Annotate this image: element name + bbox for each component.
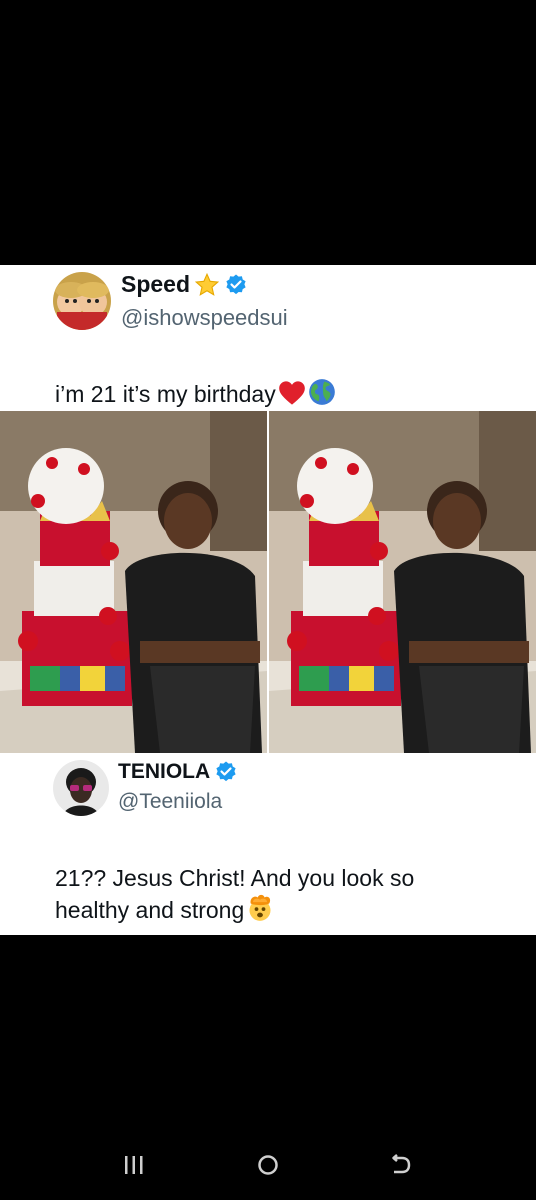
tweet-photo-2[interactable] [269, 411, 536, 753]
display-name[interactable]: TENIOLA [118, 760, 210, 784]
tweet-media[interactable] [0, 411, 536, 753]
globe-emoji-icon [308, 379, 335, 405]
user-handle[interactable]: @Teeniiola [118, 790, 222, 814]
display-name[interactable]: Speed [121, 271, 190, 298]
home-button[interactable] [248, 1150, 288, 1180]
tweet-text: i’m 21 it’s my birthday [55, 378, 336, 410]
back-button[interactable] [380, 1150, 420, 1180]
tweet-card-speed[interactable]: Speed @ishowspeedsui i’m 21 it’s my birt… [0, 265, 536, 753]
tweet-text-line-2-content: healthy and strong [55, 897, 245, 923]
tweet-card-teniola[interactable]: TENIOLA @Teeniiola 21?? Jesus Christ! An… [0, 753, 536, 935]
user-handle[interactable]: @ishowspeedsui [121, 305, 288, 331]
avatar-image-icon [53, 760, 109, 816]
system-navigation-bar [0, 1130, 536, 1200]
birthday-cake-photo-icon [269, 411, 536, 753]
exploding-head-emoji-icon [249, 894, 271, 921]
tweet-text: 21?? Jesus Christ! And you look so healt… [55, 862, 515, 926]
avatar[interactable] [53, 760, 109, 816]
back-icon [392, 1154, 411, 1174]
verified-badge-icon [226, 274, 246, 294]
verified-badge-icon [216, 761, 236, 782]
tweet-photo-1[interactable] [0, 411, 267, 753]
tweet-text-line-2: healthy and strong [55, 894, 515, 926]
home-icon [258, 1155, 278, 1175]
recents-button[interactable] [114, 1150, 154, 1180]
display-name-row[interactable]: Speed [121, 271, 248, 298]
recents-icon [125, 1156, 143, 1174]
red-heart-emoji-icon [278, 381, 305, 405]
birthday-cake-photo-icon [0, 411, 267, 753]
display-name-row[interactable]: TENIOLA [118, 760, 238, 784]
tweet-text-line-1: 21?? Jesus Christ! And you look so [55, 865, 415, 891]
avatar-image-icon [53, 272, 111, 330]
tweet-text-content: i’m 21 it’s my birthday [55, 381, 276, 407]
star-emoji-icon [194, 272, 220, 296]
avatar[interactable] [53, 272, 111, 330]
